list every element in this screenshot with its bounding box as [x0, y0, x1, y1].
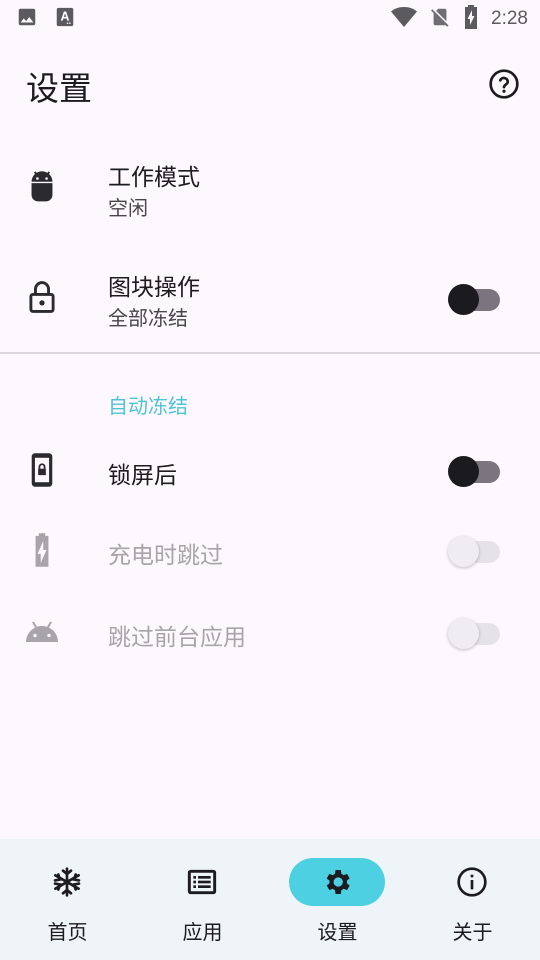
- list-icon: [186, 866, 218, 898]
- nav-label-about: 关于: [452, 920, 493, 944]
- tile-action-row[interactable]: 图块操作 全部冻结: [0, 250, 540, 346]
- work-mode-row[interactable]: 工作模式 空闲: [0, 140, 540, 236]
- switch-thumb: [448, 456, 479, 487]
- image-icon: [16, 6, 38, 32]
- switch-thumb: [448, 284, 479, 315]
- nav-label-home: 首页: [47, 920, 88, 944]
- phone-lock-icon: [26, 452, 58, 487]
- nav-item-home[interactable]: 首页: [0, 839, 135, 960]
- skip-when-charging-row[interactable]: 充电时跳过: [0, 510, 540, 590]
- section-header-auto-freeze: 自动冻结: [108, 394, 188, 418]
- wifi-icon: [391, 6, 418, 32]
- work-mode-title: 工作模式: [108, 165, 200, 191]
- nav-item-about[interactable]: 关于: [405, 839, 540, 960]
- android-icon: [26, 170, 58, 202]
- bottom-navigation: 首页 应用 设置 关于: [0, 839, 540, 960]
- info-icon: [456, 866, 488, 898]
- tile-action-value: 全部冻结: [108, 306, 188, 330]
- skip-foreground-app-title: 跳过前台应用: [108, 625, 246, 651]
- nav-item-settings[interactable]: 设置: [270, 839, 405, 960]
- tile-action-switch[interactable]: [448, 280, 500, 315]
- gear-icon: [321, 866, 353, 898]
- font-a-icon: [54, 6, 76, 32]
- after-lock-screen-row[interactable]: 锁屏后: [0, 430, 540, 510]
- divider: [0, 352, 540, 354]
- help-button[interactable]: [488, 68, 520, 100]
- skip-foreground-app-switch[interactable]: [448, 614, 500, 649]
- battery-charging-icon: [26, 532, 58, 567]
- switch-thumb: [448, 618, 479, 649]
- tile-action-title: 图块操作: [108, 275, 200, 301]
- clock: 2:28: [491, 8, 528, 29]
- android-head-icon: [24, 616, 60, 648]
- after-lock-screen-switch[interactable]: [448, 452, 500, 487]
- battery-charging-icon: [463, 5, 479, 33]
- switch-thumb: [448, 536, 479, 567]
- nav-item-apps[interactable]: 应用: [135, 839, 270, 960]
- lock-icon: [26, 280, 58, 313]
- status-bar: 2:28: [0, 0, 540, 36]
- snowflake-icon: [51, 866, 83, 898]
- skip-foreground-app-row[interactable]: 跳过前台应用: [0, 592, 540, 672]
- top-app-bar: 设置: [0, 36, 540, 132]
- skip-when-charging-switch[interactable]: [448, 532, 500, 567]
- skip-when-charging-title: 充电时跳过: [108, 543, 223, 569]
- nav-label-apps: 应用: [182, 920, 223, 944]
- after-lock-screen-title: 锁屏后: [108, 463, 177, 489]
- no-sim-icon: [429, 6, 451, 32]
- work-mode-value: 空闲: [108, 196, 148, 220]
- page-title: 设置: [26, 69, 92, 108]
- nav-label-settings: 设置: [317, 920, 358, 944]
- help-circle-icon: [489, 69, 519, 99]
